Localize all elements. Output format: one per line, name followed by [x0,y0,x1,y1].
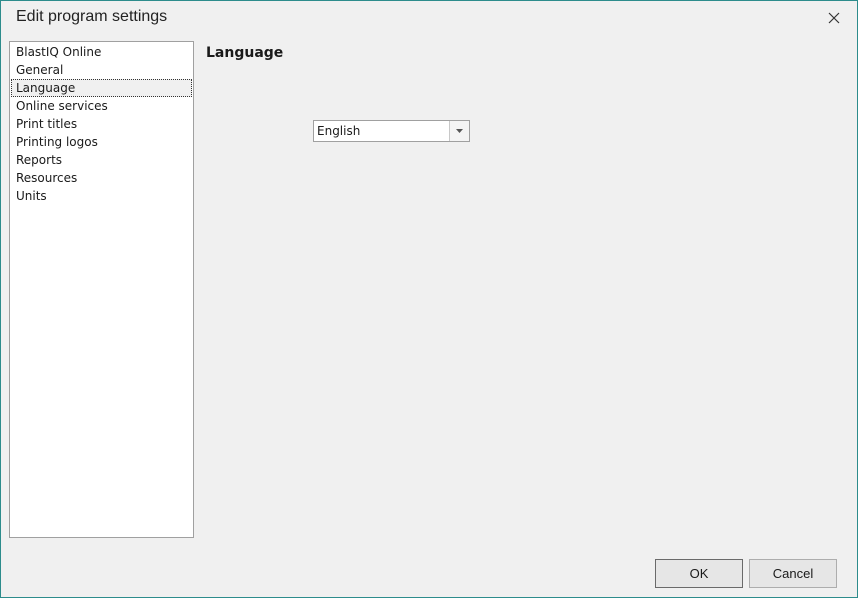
nav-item-language[interactable]: Language [11,79,192,97]
chevron-down-icon [456,129,463,133]
nav-item-printing-logos[interactable]: Printing logos [11,133,192,151]
language-select-value: English [317,124,361,138]
nav-item-print-titles[interactable]: Print titles [11,115,192,133]
nav-item-units[interactable]: Units [11,187,192,205]
title-bar: Edit program settings [1,1,857,35]
cancel-button[interactable]: Cancel [749,559,837,588]
section-title: Language [206,45,284,61]
close-icon [828,12,840,24]
nav-item-resources[interactable]: Resources [11,169,192,187]
language-select-dropdown-button[interactable] [449,121,469,141]
close-button[interactable] [823,7,845,29]
nav-item-general[interactable]: General [11,61,192,79]
settings-dialog: Edit program settings BlastIQ Online Gen… [0,0,858,598]
ok-button[interactable]: OK [655,559,743,588]
nav-item-reports[interactable]: Reports [11,151,192,169]
dialog-title: Edit program settings [16,8,168,25]
nav-item-blastiq-online[interactable]: BlastIQ Online [11,43,192,61]
language-select[interactable]: English [313,120,470,142]
settings-category-list[interactable]: BlastIQ Online General Language Online s… [9,41,194,538]
nav-item-online-services[interactable]: Online services [11,97,192,115]
